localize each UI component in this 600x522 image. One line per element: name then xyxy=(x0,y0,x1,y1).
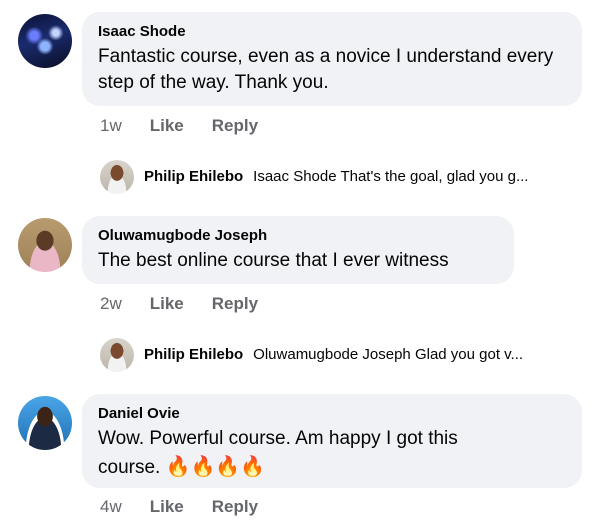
comment-text-line2: course. 🔥🔥🔥🔥 xyxy=(98,454,566,481)
reply-preview[interactable]: Philip Ehilebo Oluwamugbode Joseph Glad … xyxy=(144,346,523,363)
comment-actions: 2w Like Reply xyxy=(100,294,258,314)
comment-actions: 1w Like Reply xyxy=(100,116,258,136)
reply-text: Oluwamugbode Joseph Glad you got v... xyxy=(253,346,524,363)
reply-button[interactable]: Reply xyxy=(212,294,258,314)
comment-actions: 4w Like Reply xyxy=(100,497,258,517)
comment-text: Fantastic course, even as a novice I und… xyxy=(98,46,554,93)
avatar[interactable] xyxy=(18,218,72,272)
comment-time[interactable]: 1w xyxy=(100,116,122,136)
reply-author[interactable]: Philip Ehilebo xyxy=(144,346,243,363)
comment-author[interactable]: Oluwamugbode Joseph xyxy=(98,226,498,246)
comments-thread: Isaac Shode Fantastic course, even as a … xyxy=(0,0,600,522)
comment-text: The best online course that I ever witne… xyxy=(98,250,449,271)
like-button[interactable]: Like xyxy=(150,294,184,314)
avatar[interactable] xyxy=(100,160,134,194)
avatar[interactable] xyxy=(18,14,72,68)
reply-button[interactable]: Reply xyxy=(212,497,258,517)
comment-text-word: course. xyxy=(98,457,166,478)
comment-bubble: Isaac Shode Fantastic course, even as a … xyxy=(82,12,582,106)
comment-time[interactable]: 4w xyxy=(100,497,122,517)
comment-author[interactable]: Daniel Ovie xyxy=(98,404,566,424)
like-button[interactable]: Like xyxy=(150,116,184,136)
comment-text-line1: Wow. Powerful course. Am happy I got thi… xyxy=(98,428,458,449)
like-button[interactable]: Like xyxy=(150,497,184,517)
comment-bubble: Oluwamugbode Joseph The best online cour… xyxy=(82,216,514,284)
avatar[interactable] xyxy=(18,396,72,450)
reply-author[interactable]: Philip Ehilebo xyxy=(144,168,243,185)
reply-button[interactable]: Reply xyxy=(212,116,258,136)
fire-emoji: 🔥🔥🔥🔥 xyxy=(165,456,266,478)
comment-bubble: Daniel Ovie Wow. Powerful course. Am hap… xyxy=(82,394,582,488)
comment-time[interactable]: 2w xyxy=(100,294,122,314)
comment-author[interactable]: Isaac Shode xyxy=(98,22,566,42)
avatar[interactable] xyxy=(100,338,134,372)
reply-text: Isaac Shode That's the goal, glad you g.… xyxy=(253,168,529,185)
reply-preview[interactable]: Philip Ehilebo Isaac Shode That's the go… xyxy=(144,168,528,185)
